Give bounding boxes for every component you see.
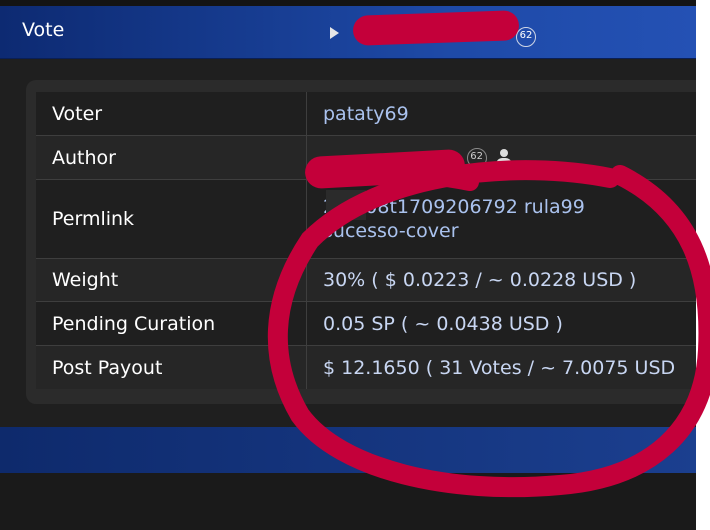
table-row: Pending Curation 0.05 SP ( ~ 0.0438 USD … <box>36 301 696 345</box>
voter-link[interactable]: pataty69 <box>307 92 696 135</box>
table-row: Post Payout $ 12.1650 ( 31 Votes / ~ 7.0… <box>36 345 696 389</box>
dialog-footer <box>0 427 696 473</box>
row-key: Pending Curation <box>36 302 307 345</box>
vote-details-panel: Voter pataty69 Author a 62 Permlink 20 0… <box>26 80 696 404</box>
table-row: Permlink 20 008t1709206792 rula99 sucess… <box>36 179 696 258</box>
row-key: Permlink <box>36 180 307 258</box>
permlink-redaction <box>326 190 366 220</box>
dialog-title: Vote <box>22 19 65 41</box>
vote-dialog: Vote p 62 Voter pataty69 Author a 62 <box>0 0 696 530</box>
background-strip <box>0 473 696 530</box>
row-key: Author <box>36 136 307 179</box>
screenshot: Vote p 62 Voter pataty69 Author a 62 <box>0 0 710 530</box>
vote-details-table: Voter pataty69 Author a 62 Permlink 20 0… <box>36 92 696 389</box>
table-row: Voter pataty69 <box>36 92 696 135</box>
row-key: Voter <box>36 92 307 135</box>
permlink-line-2: sucesso-cover <box>323 220 459 242</box>
table-row: Weight 30% ( $ 0.0223 / ~ 0.0228 USD ) <box>36 258 696 301</box>
user-icon[interactable] <box>495 148 513 167</box>
row-key: Weight <box>36 259 307 301</box>
reputation-badge: 62 <box>466 147 487 168</box>
play-icon[interactable] <box>330 27 339 39</box>
header-redaction <box>352 10 520 46</box>
weight-value: 30% ( $ 0.0223 / ~ 0.0228 USD ) <box>307 259 696 301</box>
row-key: Post Payout <box>36 346 307 389</box>
post-payout-value: $ 12.1650 ( 31 Votes / ~ 7.0075 USD <box>307 346 696 389</box>
dialog-header: Vote p 62 <box>0 6 696 59</box>
pending-curation-value: 0.05 SP ( ~ 0.0438 USD ) <box>307 302 696 345</box>
reputation-badge: 62 <box>516 27 536 47</box>
